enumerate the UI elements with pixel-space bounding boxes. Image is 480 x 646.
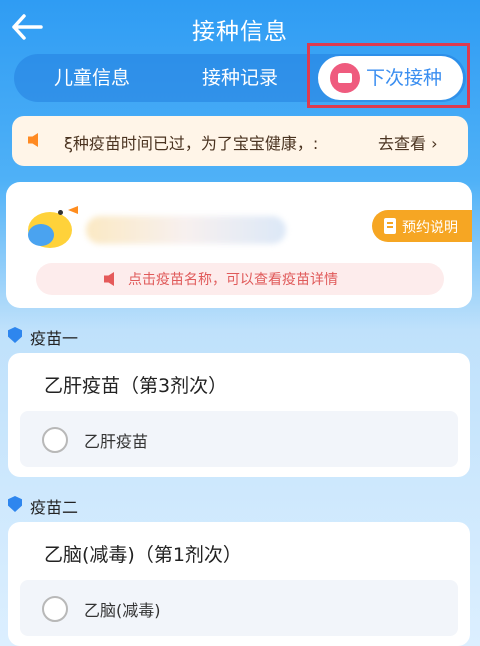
speaker-icon: [28, 133, 38, 147]
tip-text: 点击疫苗名称，可以查看疫苗详情: [128, 272, 338, 288]
appointment-info-label: 预约说明: [402, 220, 458, 236]
vaccine-option-label: 乙脑(减毒): [84, 601, 161, 620]
tab-vaccination-record[interactable]: 接种记录: [170, 54, 310, 102]
shield-icon: [8, 496, 22, 512]
notice-link[interactable]: 去查看 ›: [378, 130, 438, 154]
vaccine-option-label: 乙肝疫苗: [84, 432, 149, 451]
vaccine-option[interactable]: 乙脑(减毒): [20, 580, 458, 636]
vaccine-section-label: 疫苗一: [30, 329, 79, 348]
bird-wing: [28, 224, 54, 246]
highlight-box: [307, 43, 470, 108]
shield-icon: [8, 327, 22, 343]
vaccine-title[interactable]: 乙肝疫苗（第3剂次）: [44, 371, 227, 398]
vaccine-title[interactable]: 乙脑(减毒)（第1剂次）: [44, 540, 242, 567]
bird-eye: [58, 210, 63, 215]
blurred-baby-name: [86, 216, 286, 244]
vaccine-section-label: 疫苗二: [30, 498, 79, 517]
chevron-right-icon: ›: [426, 134, 438, 153]
notice-text: ξ种疫苗时间已过，为了宝宝健康，:: [64, 134, 319, 153]
notice-bar[interactable]: ξ种疫苗时间已过，为了宝宝健康，: 去查看 ›: [12, 116, 468, 166]
page-title: 接种信息: [192, 19, 288, 45]
radio-button[interactable]: [42, 596, 68, 622]
tab-child-info[interactable]: 儿童信息: [22, 54, 162, 102]
radio-button[interactable]: [42, 427, 68, 453]
vaccine-tip: 点击疫苗名称，可以查看疫苗详情: [36, 263, 444, 295]
vaccine-option[interactable]: 乙肝疫苗: [20, 411, 458, 467]
notice-link-label: 去查看: [378, 134, 427, 153]
appointment-info-button[interactable]: 预约说明: [372, 210, 472, 242]
speaker-icon: [104, 272, 114, 286]
document-icon: [384, 218, 396, 234]
